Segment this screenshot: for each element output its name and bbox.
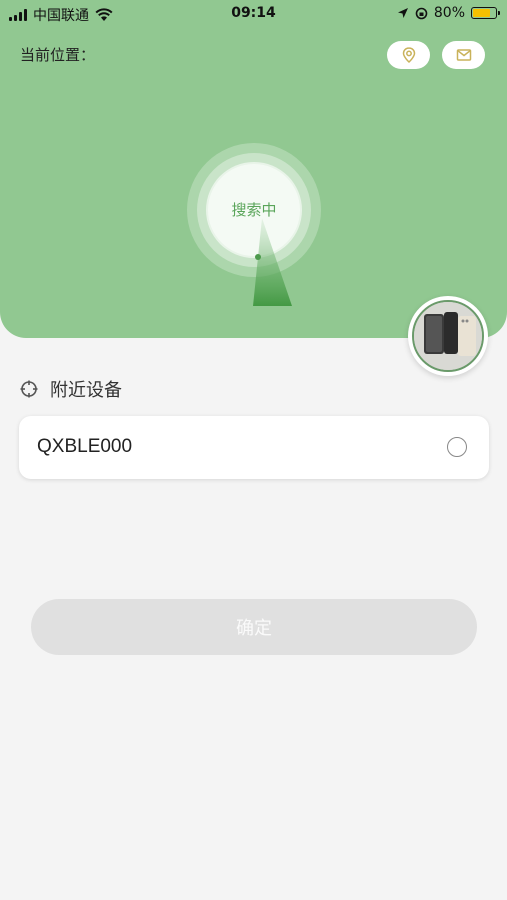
device-avatar[interactable] [408, 296, 488, 376]
device-name: QXBLE000 [37, 436, 133, 457]
nearby-devices-header: 附近设备 [20, 376, 122, 402]
nearby-devices-title: 附近设备 [50, 380, 122, 401]
radar-sweep-beam [253, 218, 292, 306]
crosshair-icon [20, 380, 38, 398]
device-select-radio[interactable] [447, 437, 467, 457]
searching-label: 搜索中 [231, 201, 277, 219]
confirm-button[interactable]: 确定 [31, 599, 477, 655]
device-list-item[interactable]: QXBLE000 [19, 416, 489, 479]
header-panel: 中国联通 09:14 80% 当前位置： 搜索中 [0, 0, 507, 338]
device-photo [412, 300, 484, 372]
